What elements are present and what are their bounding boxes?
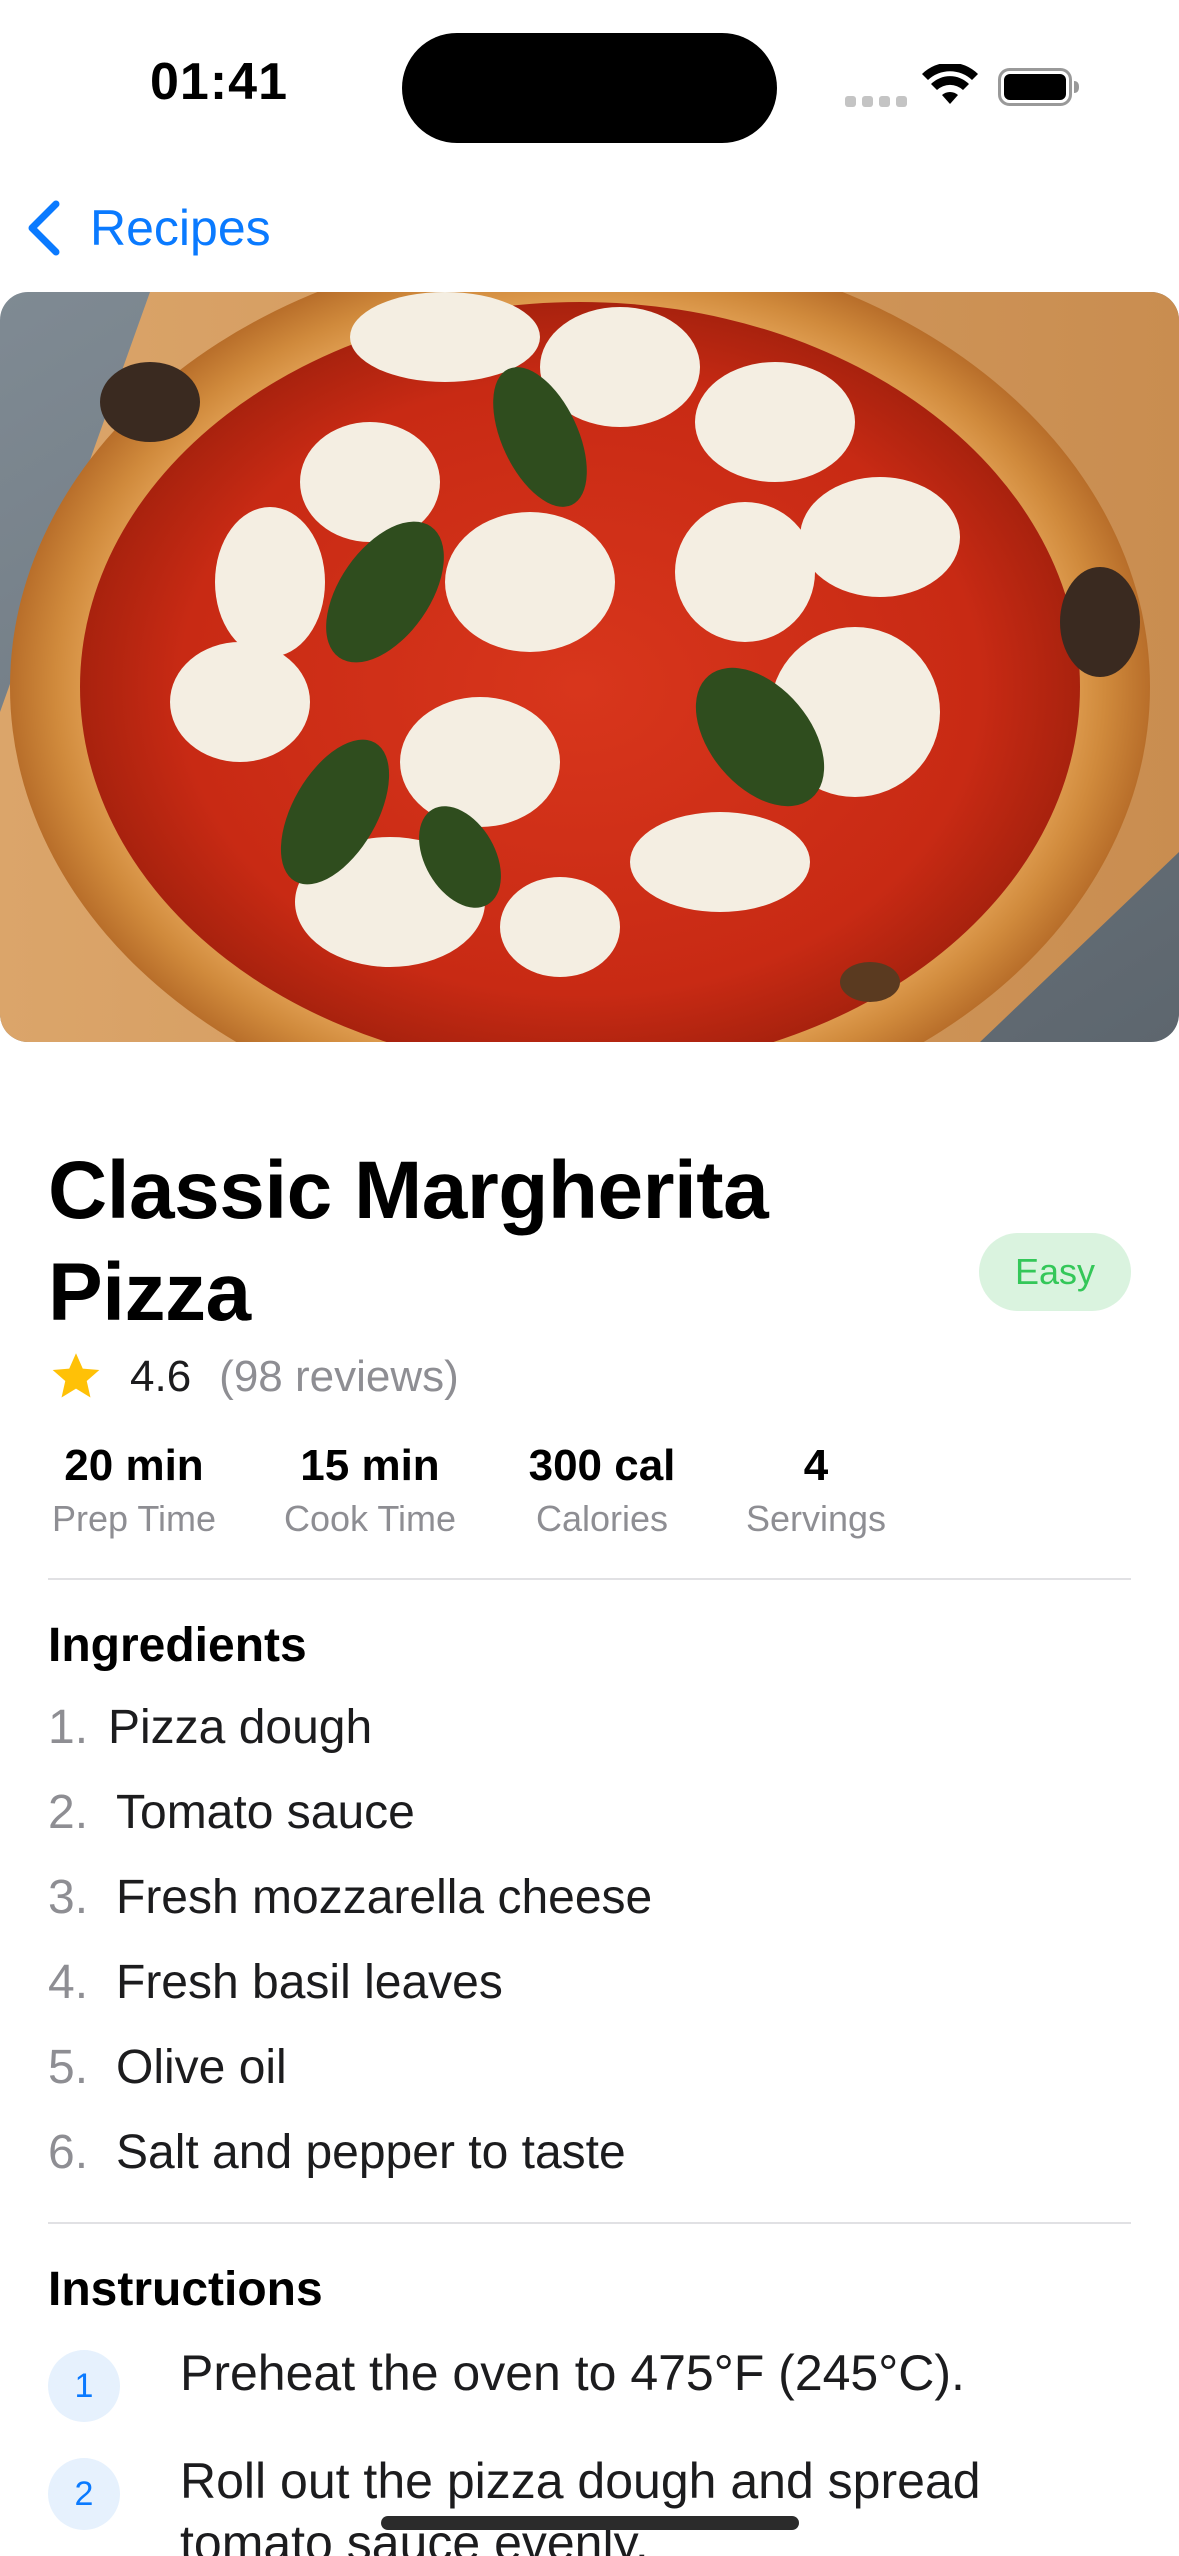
ingredients-heading: Ingredients: [48, 1619, 307, 1672]
divider: [48, 1578, 1131, 1580]
stat-label: Servings: [745, 1498, 887, 1539]
step-text: Preheat the oven to 475°F (245°C).: [180, 2345, 965, 2401]
recipe-title: Classic Margherita Pizza: [48, 1145, 769, 1338]
instructions-heading: Instructions: [48, 2263, 323, 2316]
ingredient-item: 4. Fresh basil leaves: [48, 1955, 503, 2025]
back-button[interactable]: Recipes: [24, 190, 271, 266]
stat-label: Calories: [535, 1498, 669, 1539]
ingredient-number: 6.: [48, 2126, 89, 2179]
status-time: 01:41: [150, 53, 288, 111]
recipe-hero-image: [0, 292, 1179, 1042]
rating-value: 4.6: [130, 1352, 192, 1401]
ingredient-number: 1.: [48, 1701, 89, 1754]
back-label: Recipes: [90, 200, 271, 256]
recipe-detail-screen: 01:41 Recipes Classic Margherita Pizza E…: [0, 0, 1179, 2556]
battery-icon: [998, 68, 1079, 106]
ingredient-number: 5.: [48, 2041, 89, 2094]
wifi-icon: [922, 64, 978, 104]
stat-calories: 300 cal Calories: [529, 1438, 676, 1544]
step-number-badge: 2: [48, 2458, 120, 2530]
stat-value: 20 min: [64, 1441, 204, 1490]
instruction-step: 1 Preheat the oven to 475°F (245°C).: [48, 2342, 1140, 2422]
dynamic-island: [402, 33, 777, 143]
ingredient-text: Fresh mozzarella cheese: [116, 1871, 653, 1924]
ingredient-item: 2. Tomato sauce: [48, 1785, 415, 1855]
stat-label: Prep Time: [51, 1498, 217, 1539]
chevron-left-icon: [28, 200, 60, 256]
recipe-stats: 20 min Prep Time 15 min Cook Time 300 ca…: [0, 1438, 1179, 1548]
divider: [48, 2222, 1131, 2224]
ingredient-item: 3. Fresh mozzarella cheese: [48, 1870, 652, 1940]
stat-prep-time: 20 min Prep Time: [52, 1438, 216, 1544]
stat-cook-time: 15 min Cook Time: [284, 1438, 456, 1544]
ingredient-item: 5. Olive oil: [48, 2040, 287, 2110]
difficulty-badge: Easy: [979, 1233, 1131, 1311]
ingredient-text: Olive oil: [116, 2041, 287, 2094]
rating-row: 4.6 (98 reviews): [48, 1345, 459, 1409]
ingredient-item: 1. Pizza dough: [48, 1700, 372, 1770]
ingredient-number: 4.: [48, 1956, 89, 2009]
stat-value: 4: [803, 1441, 829, 1490]
ingredient-text: Fresh basil leaves: [116, 1956, 503, 2009]
stat-value: 15 min: [300, 1441, 440, 1490]
home-indicator[interactable]: [381, 2516, 799, 2530]
ingredient-item: 6. Salt and pepper to taste: [48, 2125, 626, 2195]
ingredient-text: Pizza dough: [108, 1701, 373, 1754]
ingredient-number: 3.: [48, 1871, 89, 1924]
step-text: Roll out the pizza dough and spread toma…: [180, 2453, 981, 2556]
stat-value: 300 cal: [528, 1441, 676, 1490]
cellular-signal-icon: [845, 96, 907, 107]
stat-label: Cook Time: [283, 1498, 457, 1539]
stat-servings: 4 Servings: [746, 1438, 886, 1544]
ingredient-text: Tomato sauce: [116, 1786, 415, 1839]
ingredient-text: Salt and pepper to taste: [116, 2126, 626, 2179]
ingredient-number: 2.: [48, 1786, 89, 1839]
step-number-badge: 1: [48, 2350, 120, 2422]
instruction-step: 2 Roll out the pizza dough and spread to…: [48, 2450, 1140, 2556]
review-count: (98 reviews): [219, 1352, 459, 1401]
star-icon: [52, 1353, 100, 1398]
